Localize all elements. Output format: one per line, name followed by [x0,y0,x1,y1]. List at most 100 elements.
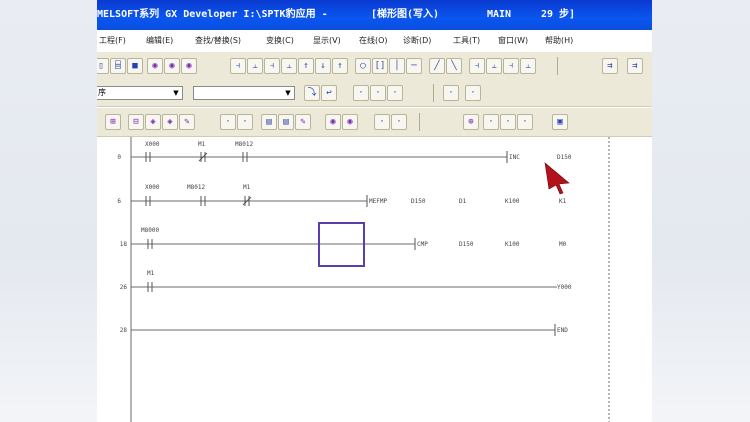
contact-no-button[interactable]: ⫞ [230,58,246,74]
read-icon: ⊞ [110,117,116,127]
line-draw-button[interactable]: ╱ [429,58,445,74]
read-mode-button[interactable]: ⊞ [105,114,121,130]
monitor-icon: ◈ [150,117,156,127]
operand-label: M0 [559,241,567,248]
line-delete-button[interactable]: ╲ [446,58,462,74]
operation-result-button[interactable]: ⫞ [503,58,519,74]
parallel-edge-button[interactable]: ↑ [332,58,348,74]
contact-m1[interactable]: M1 [242,184,252,206]
tool-button-e[interactable]: · [465,85,481,101]
tool-button-d[interactable]: · [443,85,459,101]
monitor-start-button[interactable]: ◉ [325,114,341,130]
falling-edge-button[interactable]: ↓ [315,58,331,74]
contact-x000[interactable]: X000 [145,184,160,206]
monitor-button[interactable]: ◉ [147,58,163,74]
ladder-editor[interactable]: 0 X000 M1 M8012 INC D150 6 X000 M8012 M1… [97,137,652,422]
contact-m1[interactable]: M1 [147,270,155,292]
horizontal-line-icon: ─ [411,61,417,71]
arrow-up-icon: ↑ [337,61,343,71]
step-button[interactable]: ⫞ [469,58,485,74]
tool-button-b[interactable]: · [370,85,386,101]
title-bar: MELSOFT系列 GX Developer I:\SPTK豹应用 - [梯形图… [97,0,652,30]
contact-nc-icon: ⫠ [252,61,258,71]
dot-icon: · [379,117,385,127]
rising-edge-button[interactable]: ↑ [298,58,314,74]
contact-nc-button[interactable]: ⫠ [247,58,263,74]
ladder-convert-all-button[interactable]: ⇉ [627,58,643,74]
title-steps: 29 步] [541,9,576,20]
dot-icon: · [358,88,364,98]
menu-edit[interactable]: 编辑(E) [146,35,173,46]
monitor-stop-button[interactable]: ◉ [342,114,358,130]
contact-m8012[interactable]: M8012 [235,141,253,162]
operand-label: K100 [505,241,520,248]
tool-button-l[interactable]: · [517,114,533,130]
application-instruction-button[interactable]: [] [372,58,388,74]
dot-icon: · [448,88,454,98]
menu-online[interactable]: 在线(O) [359,35,388,46]
monitor-write-button[interactable]: ◈ [162,114,178,130]
menu-window[interactable]: 窗口(W) [498,35,528,46]
tool-button-h[interactable]: · [374,114,390,130]
open-file-button[interactable]: ⌸ [110,58,126,74]
menu-convert[interactable]: 变换(C) [266,35,294,46]
toolbar-separator [433,84,434,102]
rung-step-number: 0 [117,154,121,161]
operation-invert-button[interactable]: ⫠ [520,58,536,74]
new-file-button[interactable]: ▯ [97,58,109,74]
vertical-line-button[interactable]: │ [389,58,405,74]
menu-tools[interactable]: 工具(T) [453,35,480,46]
screen-button[interactable]: ▣ [552,114,568,130]
contact-m8000[interactable]: M8000 [141,227,159,249]
monitor-icon: ◈ [167,117,173,127]
return-icon: ↩ [326,88,332,98]
return-button[interactable]: ↩ [321,85,337,101]
instruction-mefmp[interactable]: MEFMP D150 D1 K100 K1 [366,195,567,207]
tool-button-j[interactable]: · [483,114,499,130]
ladder-convert-button[interactable]: ⇉ [602,58,618,74]
statement-button[interactable]: ▤ [278,114,294,130]
toolbar-standard: ▯ ⌸ ■ ◉ ◉ ◉ ⫞ ⫠ ⫞ ⫠ ↑ ↓ ↑ ◯ [] │ ─ ╱ ╲ ⫞… [97,52,652,81]
write-mode-button[interactable]: ⊟ [128,114,144,130]
device-batch-button[interactable]: ◉ [181,58,197,74]
parallel-nc-button[interactable]: ⫠ [281,58,297,74]
instruction-cmp[interactable]: CMP D150 K100 M0 [414,238,567,250]
horizontal-line-button[interactable]: ─ [406,58,422,74]
tool-button-a[interactable]: · [353,85,369,101]
contact-m1[interactable]: M1 [198,141,208,162]
device-search-button[interactable]: ◉ [164,58,180,74]
instruction-inc[interactable]: INC D150 [506,151,572,163]
menu-view[interactable]: 显示(V) [313,35,341,46]
comment-button[interactable]: ▤ [261,114,277,130]
contact-x000[interactable]: X000 [145,141,160,162]
coil-y000[interactable]: Y000 [557,284,572,291]
step-nc-button[interactable]: ⫠ [486,58,502,74]
tool-button-i[interactable]: · [391,114,407,130]
program-select[interactable]: 序 ▼ [97,86,183,100]
instruction-end[interactable]: END [554,324,568,336]
dot-icon: · [470,88,476,98]
convert-icon: ⇉ [607,61,613,71]
tool-button-c[interactable]: · [387,85,403,101]
menu-find[interactable]: 查找/替换(S) [195,35,241,46]
parallel-no-button[interactable]: ⫞ [264,58,280,74]
contact-icon: ⫞ [508,61,514,71]
operand-label: K1 [559,198,567,205]
note-button[interactable]: ✎ [295,114,311,130]
jump-button[interactable]: ⤵ [304,85,320,101]
tool-button-k[interactable]: · [500,114,516,130]
tool-button-g[interactable]: · [237,114,253,130]
menu-project[interactable]: 工程(F) [99,35,126,46]
menu-help[interactable]: 帮助(H) [545,35,573,46]
menu-diagnose[interactable]: 诊断(D) [403,35,431,46]
tool-button-f[interactable]: · [220,114,236,130]
coil-button[interactable]: ◯ [355,58,371,74]
contact-m8012[interactable]: M8012 [187,184,206,206]
operand-label: D1 [459,198,467,205]
data-select[interactable]: ▼ [193,86,295,100]
save-button[interactable]: ■ [127,58,143,74]
device-test-button[interactable]: ✎ [179,114,195,130]
monitor-mode-button[interactable]: ◈ [145,114,161,130]
toolbar-data: 序 ▼ ▼ ⤵ ↩ · · · · · [97,80,652,107]
zoom-button[interactable]: ⊕ [463,114,479,130]
